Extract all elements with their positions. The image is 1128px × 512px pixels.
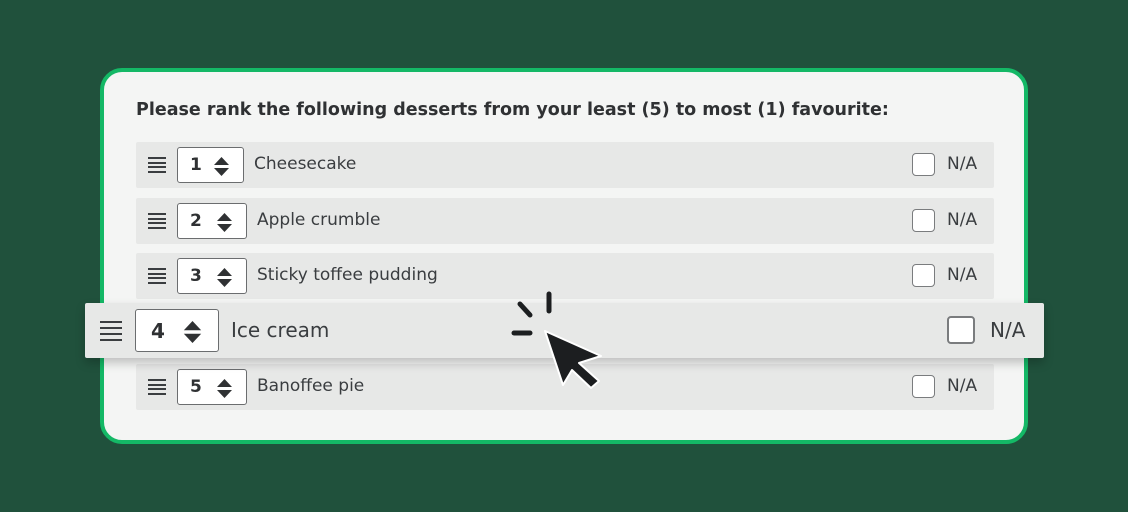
rank-value: 5 — [190, 377, 202, 397]
rank-value: 3 — [190, 266, 202, 286]
ranking-row-apple-crumble[interactable]: 2 Apple crumble N/A — [136, 198, 994, 244]
rank-value: 4 — [151, 319, 165, 343]
item-label: Apple crumble — [257, 210, 381, 230]
ranking-question-card: Please rank the following desserts from … — [100, 68, 1028, 444]
na-checkbox[interactable] — [912, 153, 935, 176]
rank-select[interactable]: 1 — [177, 147, 244, 183]
item-label: Cheesecake — [254, 154, 357, 174]
drag-handle-icon[interactable] — [148, 213, 166, 229]
drag-handle-icon[interactable] — [148, 379, 166, 395]
item-label: Banoffee pie — [257, 376, 365, 396]
item-label: Sticky toffee pudding — [257, 265, 438, 285]
up-down-arrows-icon — [217, 379, 232, 398]
rank-select[interactable]: 4 — [135, 309, 219, 352]
na-checkbox[interactable] — [912, 264, 935, 287]
item-label: Ice cream — [231, 318, 330, 342]
na-checkbox[interactable] — [912, 209, 935, 232]
ranking-row-cheesecake[interactable]: 1 Cheesecake N/A — [136, 142, 994, 188]
na-label: N/A — [947, 154, 978, 174]
up-down-arrows-icon — [217, 213, 232, 232]
rank-select[interactable]: 2 — [177, 203, 247, 239]
na-label: N/A — [947, 376, 978, 396]
rank-value: 1 — [190, 155, 202, 175]
rank-select[interactable]: 5 — [177, 369, 247, 405]
rank-value: 2 — [190, 211, 202, 231]
dragged-ranking-row-ice-cream[interactable]: 4 Ice cream N/A — [85, 303, 1044, 358]
drag-handle-icon[interactable] — [148, 157, 166, 173]
drag-handle-icon[interactable] — [100, 321, 122, 341]
drag-handle-icon[interactable] — [148, 268, 166, 284]
na-checkbox[interactable] — [947, 316, 975, 344]
ranking-row-sticky-toffee-pudding[interactable]: 3 Sticky toffee pudding N/A — [136, 253, 994, 299]
na-label: N/A — [947, 265, 978, 285]
ranking-row-banoffee-pie[interactable]: 5 Banoffee pie N/A — [136, 364, 994, 410]
na-label: N/A — [947, 210, 978, 230]
na-checkbox[interactable] — [912, 375, 935, 398]
up-down-arrows-icon — [183, 321, 202, 343]
na-label: N/A — [990, 318, 1026, 342]
question-text: Please rank the following desserts from … — [136, 100, 889, 120]
up-down-arrows-icon — [217, 268, 232, 287]
up-down-arrows-icon — [214, 157, 229, 176]
rank-select[interactable]: 3 — [177, 258, 247, 294]
